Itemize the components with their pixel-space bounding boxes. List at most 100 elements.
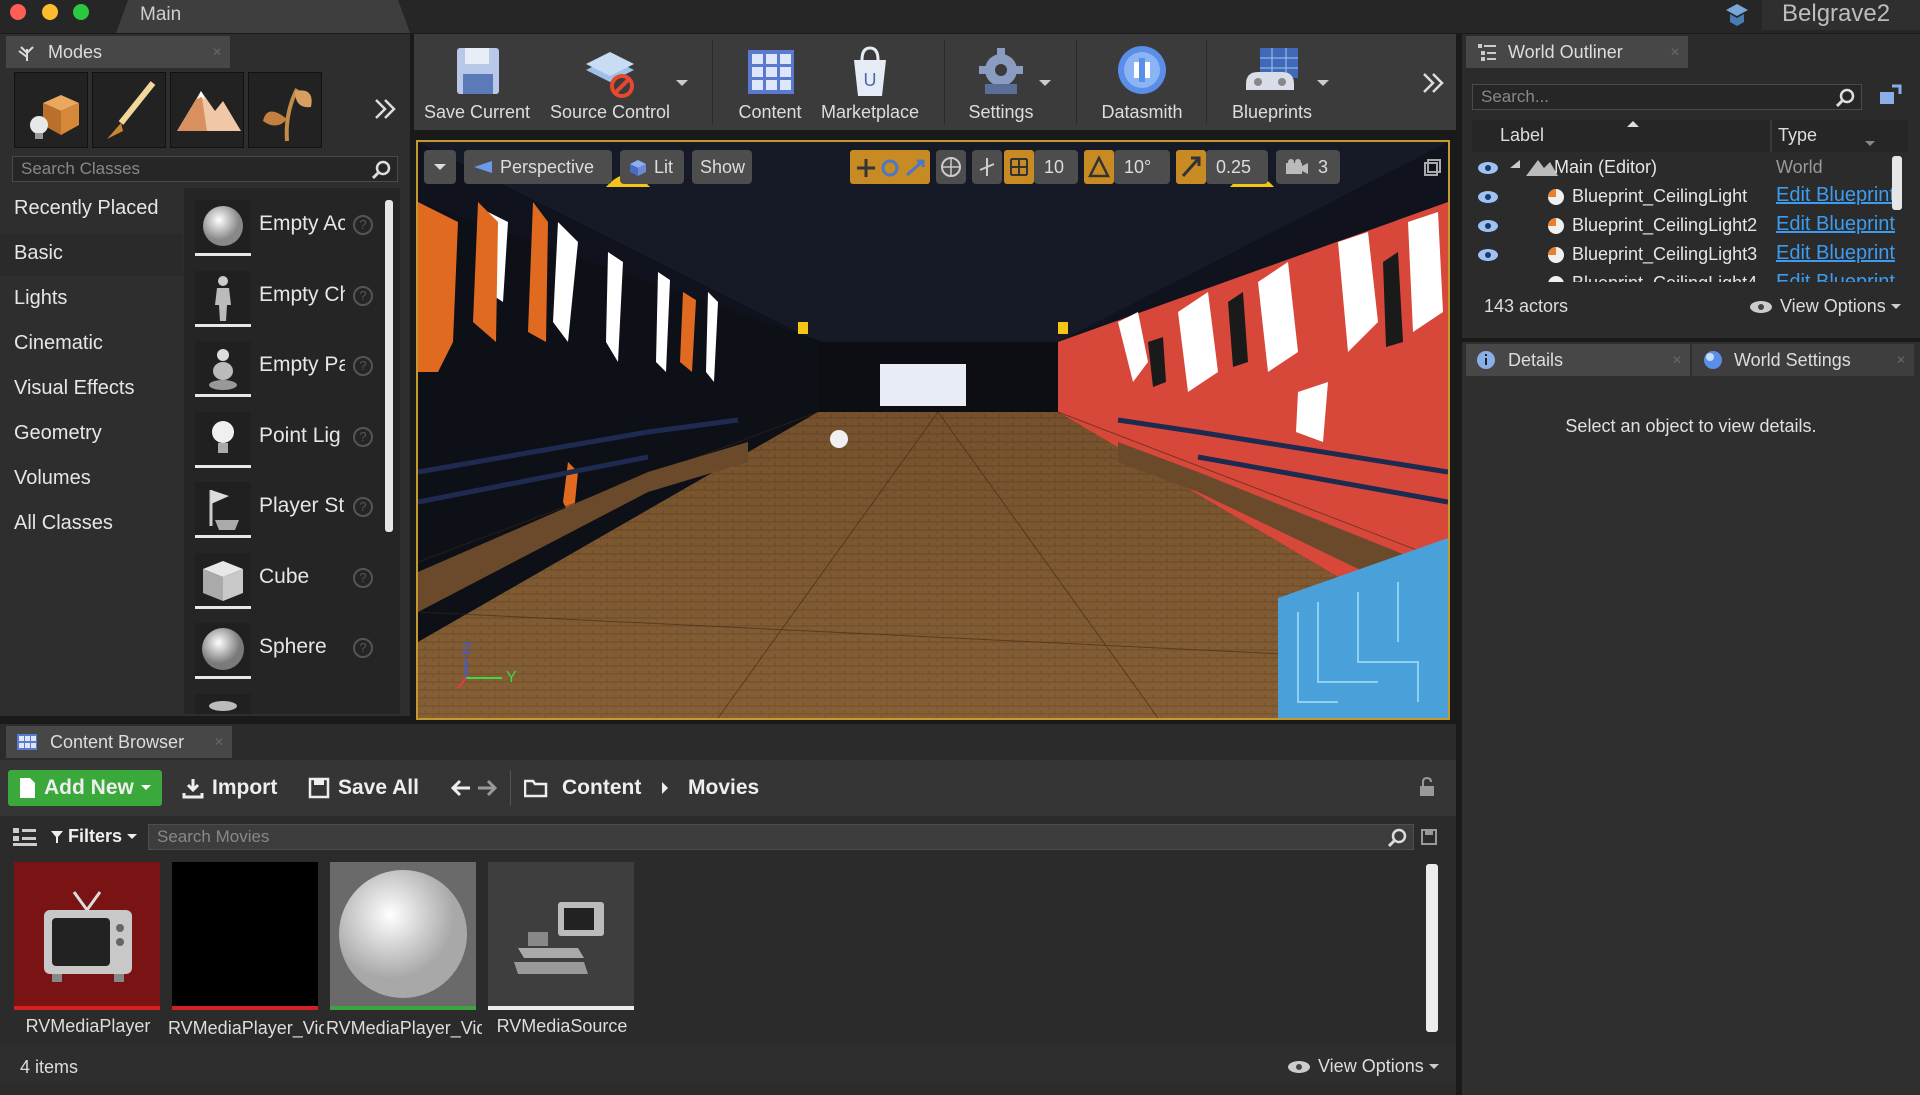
asset-tile-media-source[interactable]: [488, 862, 634, 1010]
save-current-button[interactable]: Save Current: [418, 36, 536, 128]
landscape-mode-button[interactable]: [170, 72, 244, 148]
content-button[interactable]: Content: [724, 36, 816, 128]
world-outliner-tab[interactable]: World Outliner ✕: [1466, 36, 1688, 68]
asset-tile-media-player-video[interactable]: [172, 862, 318, 1010]
world-local-toggle[interactable]: [936, 150, 966, 184]
close-tab-icon[interactable]: ✕: [214, 735, 224, 749]
asset-tile-media-player[interactable]: [14, 862, 160, 1010]
close-tab-icon[interactable]: ✕: [1672, 353, 1682, 367]
minimize-window-button[interactable]: [42, 4, 58, 20]
outliner-row-actor[interactable]: Blueprint_CeilingLight3 Edit Blueprint: [1472, 241, 1902, 269]
placeable-sphere[interactable]: Sphere ?: [195, 619, 385, 681]
toolbar-overflow-chevron-icon[interactable]: [1420, 70, 1446, 96]
category-lights[interactable]: Lights: [0, 279, 183, 321]
visibility-eye-icon[interactable]: [1476, 189, 1500, 205]
settings-button[interactable]: Settings: [954, 36, 1048, 128]
datasmith-button[interactable]: Datasmith: [1088, 36, 1196, 128]
source-control-dropdown-icon[interactable]: [675, 78, 689, 88]
help-icon[interactable]: ?: [353, 568, 373, 588]
help-icon[interactable]: ?: [353, 215, 373, 235]
viewport-options-button[interactable]: [424, 150, 456, 184]
settings-dropdown-icon[interactable]: [1038, 78, 1052, 88]
label-column-header[interactable]: Label: [1500, 125, 1544, 153]
add-new-button[interactable]: Add New: [8, 770, 162, 806]
back-arrow-icon[interactable]: [450, 778, 472, 798]
placeable-cube[interactable]: Cube ?: [195, 549, 385, 611]
lit-button[interactable]: Lit: [620, 150, 684, 184]
column-divider[interactable]: [1770, 120, 1772, 152]
placeable-point-light[interactable]: Point Lig ?: [195, 408, 385, 470]
blueprints-dropdown-icon[interactable]: [1316, 78, 1330, 88]
filters-button[interactable]: Filters: [50, 826, 138, 847]
outliner-view-options-button[interactable]: View Options: [1748, 296, 1902, 317]
help-icon[interactable]: ?: [353, 497, 373, 517]
level-tab[interactable]: Main: [116, 0, 410, 33]
visibility-eye-icon[interactable]: [1476, 247, 1500, 263]
outliner-row-actor[interactable]: Blueprint_CeilingLight2 Edit Blueprint: [1472, 212, 1902, 240]
source-control-button[interactable]: Source Control: [544, 36, 676, 128]
outliner-search-input[interactable]: Search...: [1472, 84, 1862, 110]
placeable-empty-pawn[interactable]: Empty Pa ?: [195, 337, 385, 399]
edit-blueprint-link[interactable]: Edit Blueprint: [1776, 213, 1896, 236]
breadcrumb-movies[interactable]: Movies: [688, 770, 759, 806]
scale-icon[interactable]: [904, 158, 926, 178]
breadcrumb-content[interactable]: Content: [562, 770, 641, 806]
perspective-button[interactable]: Perspective: [464, 150, 612, 184]
foliage-mode-button[interactable]: [248, 72, 322, 148]
category-basic[interactable]: Basic: [0, 234, 183, 276]
maximize-viewport-icon[interactable]: [1422, 158, 1442, 178]
placeable-cylinder[interactable]: [195, 690, 385, 714]
search-classes-input[interactable]: Search Classes: [12, 156, 398, 182]
scale-snap-toggle[interactable]: [1176, 150, 1206, 184]
help-icon[interactable]: ?: [353, 286, 373, 306]
close-tab-icon[interactable]: ✕: [212, 45, 222, 59]
blueprints-button[interactable]: Blueprints: [1216, 36, 1328, 128]
visibility-eye-icon[interactable]: [1476, 218, 1500, 234]
place-mode-button[interactable]: [14, 72, 88, 148]
category-visual-effects[interactable]: Visual Effects: [0, 369, 183, 411]
category-volumes[interactable]: Volumes: [0, 459, 183, 501]
details-tab[interactable]: Details ✕: [1466, 344, 1690, 376]
expand-arrow-icon[interactable]: [1508, 158, 1522, 170]
placeable-player-start[interactable]: Player St ?: [195, 478, 385, 540]
rotation-snap-toggle[interactable]: [1084, 150, 1114, 184]
scale-snap-value[interactable]: 0.25: [1206, 150, 1268, 184]
sources-panel-toggle-icon[interactable]: [12, 826, 38, 848]
save-all-button[interactable]: Save All: [308, 770, 419, 806]
edit-blueprint-link[interactable]: Edit Blueprint: [1776, 184, 1896, 207]
import-button[interactable]: Import: [182, 770, 277, 806]
content-view-options-button[interactable]: View Options: [1286, 1056, 1440, 1077]
placeable-empty-actor[interactable]: Empty Ac ?: [195, 196, 385, 258]
outliner-row-actor[interactable]: Blueprint_CeilingLight4 Edit Blueprint: [1472, 270, 1902, 282]
category-cinematic[interactable]: Cinematic: [0, 324, 183, 366]
edit-blueprint-link[interactable]: Edit Blueprint: [1776, 271, 1896, 282]
breadcrumb-separator-icon[interactable]: [660, 780, 670, 796]
close-window-button[interactable]: [10, 4, 26, 20]
modes-tab[interactable]: Modes ✕: [6, 36, 230, 68]
outliner-row-actor[interactable]: Blueprint_CeilingLight Edit Blueprint: [1472, 183, 1902, 211]
grid-snap-value[interactable]: 10: [1034, 150, 1078, 184]
category-recently-placed[interactable]: Recently Placed: [0, 189, 183, 231]
marketplace-button[interactable]: U Marketplace: [816, 36, 924, 128]
close-tab-icon[interactable]: ✕: [1896, 353, 1906, 367]
search-movies-input[interactable]: Search Movies: [148, 824, 1414, 850]
edit-blueprint-link[interactable]: Edit Blueprint: [1776, 242, 1896, 265]
placeable-empty-character[interactable]: Empty Ch ?: [195, 267, 385, 329]
search-icon[interactable]: [1387, 828, 1407, 848]
lock-icon[interactable]: [1418, 776, 1438, 798]
search-icon[interactable]: [1835, 88, 1855, 108]
paint-mode-button[interactable]: [92, 72, 166, 148]
more-modes-chevron-icon[interactable]: [372, 96, 398, 122]
rotation-snap-value[interactable]: 10°: [1114, 150, 1170, 184]
asset-tile-media-player-video-mat[interactable]: [330, 862, 476, 1010]
forward-arrow-icon[interactable]: [476, 778, 498, 798]
surface-snap-toggle[interactable]: [972, 150, 1002, 184]
rotate-icon[interactable]: [879, 158, 901, 178]
type-column-dropdown-icon[interactable]: [1864, 140, 1876, 148]
camera-speed-button[interactable]: 3: [1276, 150, 1340, 184]
save-search-icon[interactable]: [1420, 828, 1438, 846]
category-geometry[interactable]: Geometry: [0, 414, 183, 456]
help-icon[interactable]: ?: [353, 356, 373, 376]
outliner-settings-icon[interactable]: [1876, 84, 1902, 108]
help-icon[interactable]: ?: [353, 638, 373, 658]
